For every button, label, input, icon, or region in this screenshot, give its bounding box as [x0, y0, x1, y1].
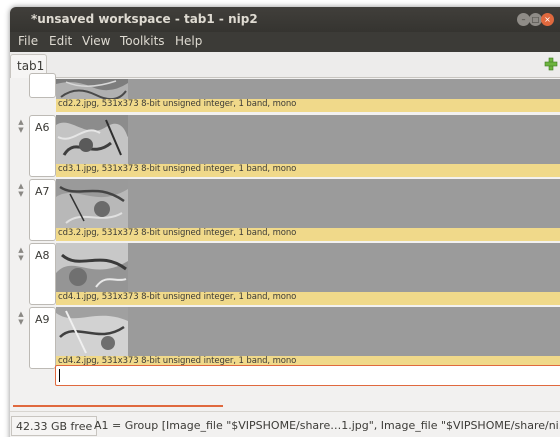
arrow-down-icon[interactable]: ▼ [16, 190, 26, 198]
image-info-text: cd2.2.jpg, 531x373 8-bit unsigned intege… [58, 99, 297, 109]
row-label-box[interactable] [29, 73, 56, 98]
command-input[interactable] [55, 365, 560, 386]
close-icon[interactable]: × [541, 13, 554, 26]
image-info-bar: cd3.2.jpg, 531x373 8-bit unsigned intege… [56, 228, 560, 241]
window-title: *unsaved workspace - tab1 - nip2 [31, 12, 258, 26]
image-info-text: cd3.1.jpg, 531x373 8-bit unsigned intege… [58, 164, 297, 174]
row-label-box[interactable]: A9 [29, 307, 56, 369]
arrow-up-icon[interactable]: ▲ [16, 182, 26, 190]
row-arrows[interactable]: ▲ ▼ [16, 118, 26, 134]
row-label: A9 [35, 313, 50, 326]
arrow-down-icon[interactable]: ▼ [16, 126, 26, 134]
row-label: A7 [35, 185, 50, 198]
list-item: ▲ ▼ A8 cd4.1.jpg, 531x373 8-bit unsigned… [10, 243, 560, 305]
arrow-up-icon[interactable]: ▲ [16, 310, 26, 318]
image-thumbnail[interactable] [56, 79, 128, 99]
status-text: A1 = Group [Image_file "$VIPSHOME/share…… [94, 419, 560, 432]
image-info-text: cd3.2.jpg, 531x373 8-bit unsigned intege… [58, 228, 297, 238]
image-info-bar: cd3.1.jpg, 531x373 8-bit unsigned intege… [56, 164, 560, 177]
text-caret [59, 369, 60, 382]
image-thumbnail[interactable] [56, 243, 128, 292]
menu-view[interactable]: View [82, 34, 110, 48]
progress-bar [13, 405, 223, 407]
row-label: A8 [35, 249, 50, 262]
free-space-indicator: 42.33 GB free [11, 416, 98, 436]
image-thumbnail[interactable] [56, 307, 128, 356]
list-item: ▲ ▼ A9 cd4.2.jpg, 531x373 8-bit unsigned… [10, 307, 560, 369]
arrow-down-icon[interactable]: ▼ [16, 318, 26, 326]
row-arrows[interactable]: ▲ ▼ [16, 182, 26, 198]
image-view[interactable] [128, 307, 560, 356]
image-info-text: cd4.1.jpg, 531x373 8-bit unsigned intege… [58, 292, 297, 302]
row-arrows[interactable]: ▲ ▼ [16, 246, 26, 262]
image-info-bar: cd4.1.jpg, 531x373 8-bit unsigned intege… [56, 292, 560, 305]
workspace-canvas[interactable]: cd2.2.jpg, 531x373 8-bit unsigned intege… [10, 73, 560, 397]
row-label-box[interactable]: A8 [29, 243, 56, 305]
image-thumbnail[interactable] [56, 179, 128, 228]
tab-label: tab1 [17, 59, 45, 73]
arrow-down-icon[interactable]: ▼ [16, 254, 26, 262]
image-info-bar: cd2.2.jpg, 531x373 8-bit unsigned intege… [56, 99, 560, 112]
row-arrows[interactable]: ▲ ▼ [16, 310, 26, 326]
image-view[interactable] [128, 243, 560, 292]
menu-bar: File Edit View Toolkits Help [10, 32, 560, 52]
menu-toolkits[interactable]: Toolkits [120, 34, 165, 48]
image-view[interactable] [128, 79, 560, 99]
arrow-up-icon[interactable]: ▲ [16, 118, 26, 126]
list-item: ▲ ▼ A7 cd3.2.jpg, 531x373 8-bit unsigned… [10, 179, 560, 241]
list-item: ▲ ▼ A6 cd3.1.jpg, 531x373 8-bit unsigned… [10, 115, 560, 177]
row-label: A6 [35, 121, 50, 134]
image-view[interactable] [128, 179, 560, 228]
menu-edit[interactable]: Edit [49, 34, 72, 48]
list-item: cd2.2.jpg, 531x373 8-bit unsigned intege… [10, 73, 560, 112]
arrow-up-icon[interactable]: ▲ [16, 246, 26, 254]
row-label-box[interactable]: A6 [29, 115, 56, 177]
image-view[interactable] [128, 115, 560, 164]
title-bar[interactable]: *unsaved workspace - tab1 - nip2 – □ × [10, 7, 560, 32]
menu-help[interactable]: Help [175, 34, 202, 48]
row-label-box[interactable]: A7 [29, 179, 56, 241]
app-window: *unsaved workspace - tab1 - nip2 – □ × F… [10, 7, 560, 437]
plus-icon[interactable] [543, 56, 559, 72]
tab-bar: tab1 [10, 52, 560, 78]
menu-file[interactable]: File [18, 34, 38, 48]
image-thumbnail[interactable] [56, 115, 128, 164]
status-bar: 42.33 GB free A1 = Group [Image_file "$V… [10, 411, 560, 437]
